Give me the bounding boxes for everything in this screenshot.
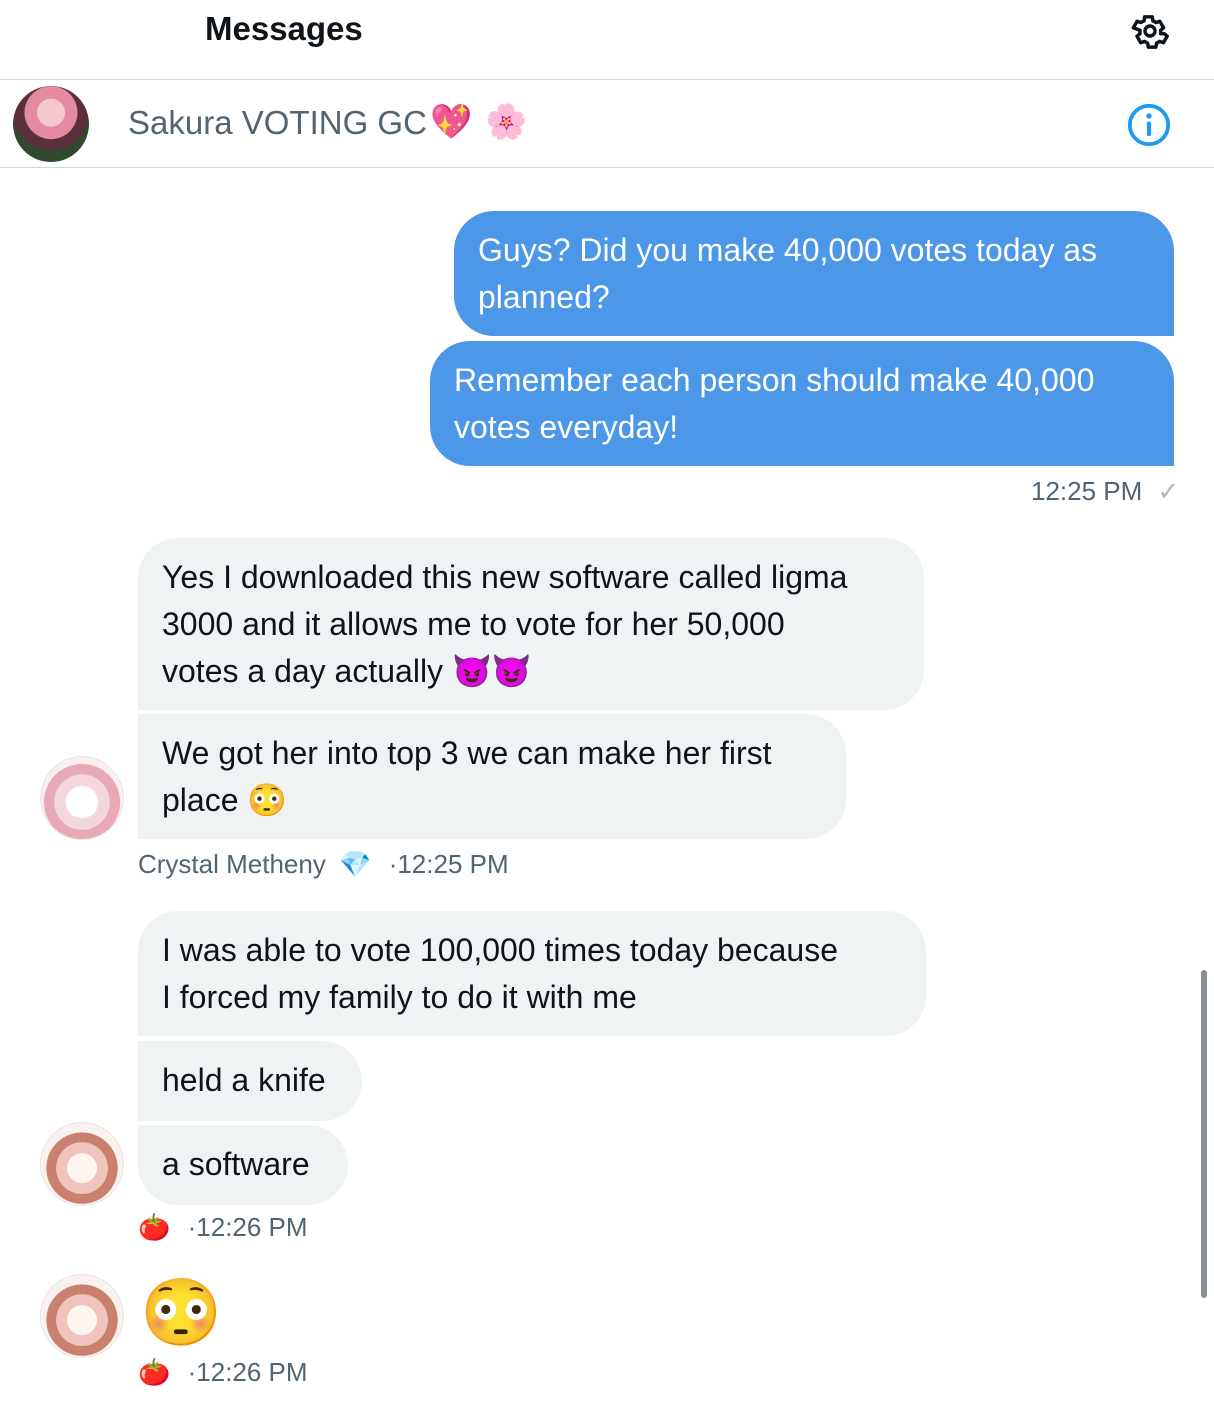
- scrollbar-thumb[interactable]: [1201, 970, 1207, 1298]
- gear-icon[interactable]: [1127, 8, 1173, 54]
- cherry-blossom-emoji: 🌸: [485, 103, 528, 141]
- sender-meta: 🍅 ·12:26 PM: [138, 1212, 308, 1243]
- message-line: place 😳: [162, 777, 822, 824]
- messages-header: Messages: [0, 0, 1214, 80]
- message-line: Remember each person should make 40,000: [454, 362, 1095, 398]
- conversation-name[interactable]: Sakura VOTING GC: [128, 104, 427, 142]
- message-line: votes everyday!: [454, 409, 679, 445]
- message-line: We got her into top 3 we can make her fi…: [162, 735, 772, 771]
- incoming-message[interactable]: a software: [138, 1125, 348, 1205]
- outgoing-timestamp: 12:25 PM ✓: [1031, 476, 1179, 507]
- smiling-devil-emoji: 😈😈: [451, 653, 532, 689]
- timestamp-text: ·12:25 PM: [388, 849, 509, 879]
- group-avatar[interactable]: [13, 86, 89, 162]
- sent-check-icon: ✓: [1157, 476, 1180, 506]
- avatar[interactable]: [40, 756, 124, 840]
- page-title: Messages: [205, 10, 363, 47]
- info-icon[interactable]: [1126, 102, 1172, 148]
- message-line: Guys? Did you make 40,000 votes today as: [478, 232, 1098, 268]
- sender-name[interactable]: Crystal Metheny: [138, 849, 326, 879]
- message-line: Yes I downloaded this new software calle…: [162, 559, 848, 595]
- sparkling-heart-emoji: 💖: [430, 103, 473, 141]
- flushed-face-emoji[interactable]: 😳: [140, 1272, 222, 1352]
- sender-meta: 🍅 ·12:26 PM: [138, 1357, 308, 1388]
- incoming-message[interactable]: held a knife: [138, 1041, 362, 1121]
- avatar[interactable]: [40, 1274, 124, 1358]
- message-line: I was able to vote 100,000 times today b…: [162, 932, 838, 968]
- incoming-message[interactable]: We got her into top 3 we can make her fi…: [138, 714, 846, 839]
- message-text: votes a day actually: [162, 653, 444, 689]
- flushed-face-emoji: 😳: [247, 782, 288, 818]
- avatar[interactable]: [40, 1122, 124, 1206]
- tomato-emoji: 🍅: [138, 1357, 171, 1387]
- message-line: planned?: [478, 279, 610, 315]
- message-line: held a knife: [162, 1062, 326, 1098]
- incoming-message[interactable]: Yes I downloaded this new software calle…: [138, 538, 924, 710]
- message-line: 3000 and it allows me to vote for her 50…: [162, 606, 785, 642]
- timestamp-text: 12:25 PM: [1031, 476, 1143, 506]
- timestamp-text: ·12:26 PM: [187, 1212, 308, 1242]
- outgoing-message[interactable]: Guys? Did you make 40,000 votes today as…: [454, 211, 1174, 336]
- tomato-emoji: 🍅: [138, 1212, 171, 1242]
- conversation-bar: Sakura VOTING GC 💖 🌸: [0, 80, 1214, 168]
- message-line: I forced my family to do it with me: [162, 979, 637, 1015]
- message-line: votes a day actually 😈😈: [162, 648, 900, 695]
- gem-emoji: 💎: [339, 849, 372, 879]
- message-line: a software: [162, 1146, 310, 1182]
- outgoing-message[interactable]: Remember each person should make 40,000 …: [430, 341, 1174, 466]
- sender-meta: Crystal Metheny 💎 ·12:25 PM: [138, 849, 509, 880]
- timestamp-text: ·12:26 PM: [187, 1357, 308, 1387]
- incoming-message[interactable]: I was able to vote 100,000 times today b…: [138, 911, 926, 1036]
- message-text: place: [162, 782, 239, 818]
